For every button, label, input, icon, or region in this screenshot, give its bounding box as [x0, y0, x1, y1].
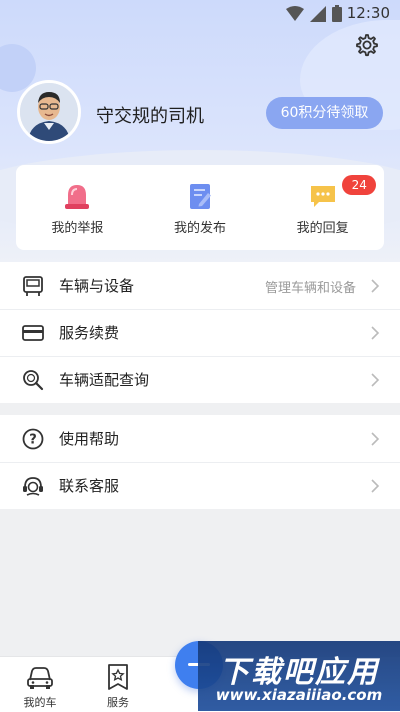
nav-label: 我的车 — [23, 696, 57, 709]
claim-points-button[interactable]: 60积分待领取 — [266, 97, 383, 129]
battery-icon — [332, 5, 342, 22]
quick-action-label: 我的发布 — [174, 221, 227, 236]
chevron-right-icon — [371, 432, 380, 446]
menu-item-label: 联系客服 — [59, 477, 120, 495]
menu-item-customer-service[interactable]: 联系客服 — [0, 462, 400, 509]
chevron-right-icon — [371, 279, 380, 293]
menu-item-vehicle-compatibility[interactable]: 车辆适配查询 — [0, 356, 400, 403]
quick-action-my-reports[interactable]: 我的举报 — [16, 165, 139, 250]
chevron-right-icon — [371, 373, 380, 387]
quick-action-my-replies[interactable]: 24 我的回复 — [261, 165, 384, 250]
customer-service-icon — [23, 477, 43, 496]
site-watermark: 下载吧应用 www.xiazaiiiao.com — [198, 641, 400, 711]
quick-action-my-posts[interactable]: 我的发布 — [139, 165, 262, 250]
status-time: 12:30 — [346, 4, 390, 22]
menu-group-vehicle: 车辆与设备 管理车辆和设备 服务续费 车辆适配查询 — [0, 262, 400, 403]
menu-item-label: 车辆与设备 — [59, 277, 135, 295]
avatar-portrait-icon — [20, 83, 78, 141]
card-icon — [22, 325, 44, 341]
nav-tab-service[interactable]: 服务 — [88, 663, 148, 710]
watermark-title: 下载吧应用 — [219, 655, 379, 690]
menu-item-label: 服务续费 — [59, 324, 120, 342]
wifi-icon — [286, 5, 304, 21]
car-icon — [27, 667, 53, 689]
reply-chat-icon — [310, 186, 335, 207]
menu-item-label: 使用帮助 — [59, 430, 120, 448]
quick-actions-card: 我的举报 我的发布 24 我的回复 — [16, 165, 384, 250]
signal-icon — [310, 5, 326, 22]
svg-text:?: ? — [29, 433, 37, 448]
username: 守交规的司机 — [96, 106, 204, 127]
menu-group-support: ? 使用帮助 联系客服 — [0, 415, 400, 509]
help-icon: ? — [22, 428, 44, 450]
vehicle-device-icon — [23, 276, 43, 296]
search-icon — [23, 370, 44, 391]
watermark-url: www.xiazaiiiao.com — [215, 686, 383, 704]
nav-label: 服务 — [107, 696, 129, 709]
chevron-right-icon — [371, 479, 380, 493]
user-avatar[interactable] — [17, 80, 81, 144]
settings-gear-icon[interactable] — [354, 32, 380, 58]
menu-item-help[interactable]: ? 使用帮助 — [0, 415, 400, 462]
nav-tab-my-car[interactable]: 我的车 — [10, 663, 70, 710]
quick-action-label: 我的举报 — [51, 221, 104, 236]
publish-note-icon — [190, 184, 211, 209]
chevron-right-icon — [371, 326, 380, 340]
menu-item-vehicles-devices[interactable]: 车辆与设备 管理车辆和设备 — [0, 262, 400, 309]
report-siren-icon — [65, 185, 90, 209]
status-bar: 12:30 — [0, 0, 400, 28]
menu-item-hint: 管理车辆和设备 — [264, 281, 356, 296]
unread-count-badge: 24 — [342, 175, 377, 195]
quick-action-label: 我的回复 — [296, 221, 349, 236]
menu-item-service-renewal[interactable]: 服务续费 — [0, 309, 400, 356]
menu-item-label: 车辆适配查询 — [59, 371, 150, 389]
service-icon — [108, 664, 128, 690]
